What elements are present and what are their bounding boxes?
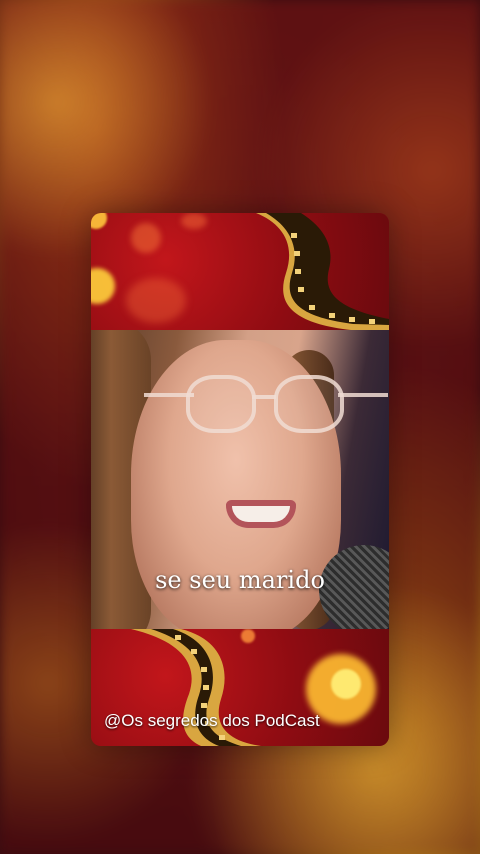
glasses — [144, 375, 388, 435]
top-decorative-frame — [91, 213, 389, 330]
video-post-card[interactable]: se seu marido @Os segredos dos PodCast — [91, 213, 389, 746]
video-subtitle: se seu marido — [155, 566, 325, 594]
video-frame[interactable]: se seu marido — [91, 330, 389, 629]
film-strip-icon — [256, 213, 389, 330]
channel-credit: @Os segredos dos PodCast — [104, 711, 320, 730]
smile — [226, 500, 296, 528]
bottom-decorative-frame: @Os segredos dos PodCast — [91, 629, 389, 746]
